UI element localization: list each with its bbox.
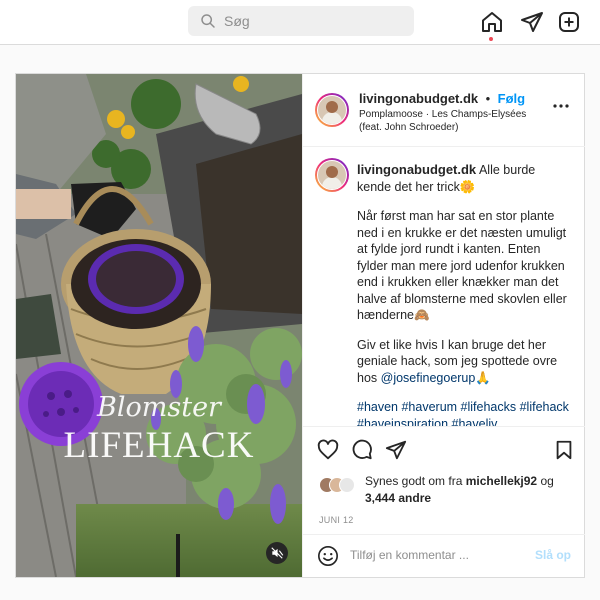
liker-avatar[interactable]: [339, 477, 355, 493]
separator-dot: •: [485, 91, 491, 106]
direct-icon[interactable]: [520, 10, 544, 34]
caption-username[interactable]: livingonabudget.dk: [357, 162, 476, 177]
heart-icon[interactable]: [317, 439, 339, 461]
likes-summary: Synes godt om fra michellekj92 og 3,444 …: [365, 473, 575, 507]
likes-count[interactable]: 3,444 andre: [365, 491, 431, 505]
post-caption: livingonabudget.dk Alle burde kende det …: [303, 156, 585, 426]
mention-link[interactable]: @josefinegoerup: [381, 371, 476, 385]
search-box[interactable]: Søg: [188, 6, 414, 36]
post-header: livingonabudget.dk • Følg Pomplamoose · …: [303, 74, 585, 147]
emoji-icon[interactable]: [317, 545, 339, 567]
home-icon[interactable]: [480, 10, 504, 34]
search-placeholder: Søg: [224, 13, 250, 29]
liker-username[interactable]: michellekj92: [466, 474, 537, 488]
author-avatar[interactable]: [315, 93, 349, 127]
comment-input[interactable]: Tilføj en kommentar ...: [350, 548, 469, 562]
audio-line-1: Pomplamoose · Les Champs-Elysées: [359, 109, 527, 120]
caption-avatar[interactable]: [315, 158, 349, 192]
comment-icon[interactable]: [351, 439, 373, 461]
hashtags[interactable]: #haven #haverum #lifehacks #lifehack #ha…: [357, 399, 569, 426]
follow-button[interactable]: Følg: [498, 91, 525, 106]
caption-paragraph-2: Når først man har sat en stor plante ned…: [357, 209, 567, 322]
post-comment-button[interactable]: Slå op: [535, 548, 571, 562]
post-actions: Synes godt om fra michellekj92 og 3,444 …: [303, 426, 585, 577]
video-overlay-title: LIFEHACK: [63, 425, 255, 466]
post-side-panel: livingonabudget.dk • Følg Pomplamoose · …: [302, 74, 585, 577]
search-icon: [201, 14, 215, 28]
new-post-icon[interactable]: [557, 10, 581, 34]
mute-icon: [271, 547, 284, 559]
notification-dot: [489, 37, 493, 41]
author-username[interactable]: livingonabudget.dk: [359, 91, 478, 106]
share-icon[interactable]: [385, 439, 407, 461]
caption-text: livingonabudget.dk Alle burde kende det …: [357, 162, 569, 426]
audio-attribution[interactable]: Pomplamoose · Les Champs-Elysées (feat. …: [359, 108, 526, 134]
mute-button[interactable]: [266, 542, 288, 564]
likes-prefix: Synes godt om fra: [365, 474, 466, 488]
post-date[interactable]: JUNI 12: [319, 515, 354, 525]
post-video[interactable]: Blomster LIFEHACK: [16, 74, 302, 577]
video-overlay-script: Blomster: [97, 392, 221, 423]
likes-middle: og: [537, 474, 554, 488]
more-icon[interactable]: [553, 103, 569, 109]
caption-emoji: 🙏: [475, 370, 491, 385]
post-card: Blomster LIFEHACK livingonabudget.dk • F…: [15, 73, 585, 578]
top-navigation-bar: Søg: [0, 0, 600, 45]
comment-bar: Tilføj en kommentar ... Slå op: [303, 534, 585, 577]
video-frame: [16, 74, 302, 577]
bookmark-icon[interactable]: [553, 439, 575, 461]
audio-line-2: (feat. John Schroeder): [359, 122, 459, 133]
